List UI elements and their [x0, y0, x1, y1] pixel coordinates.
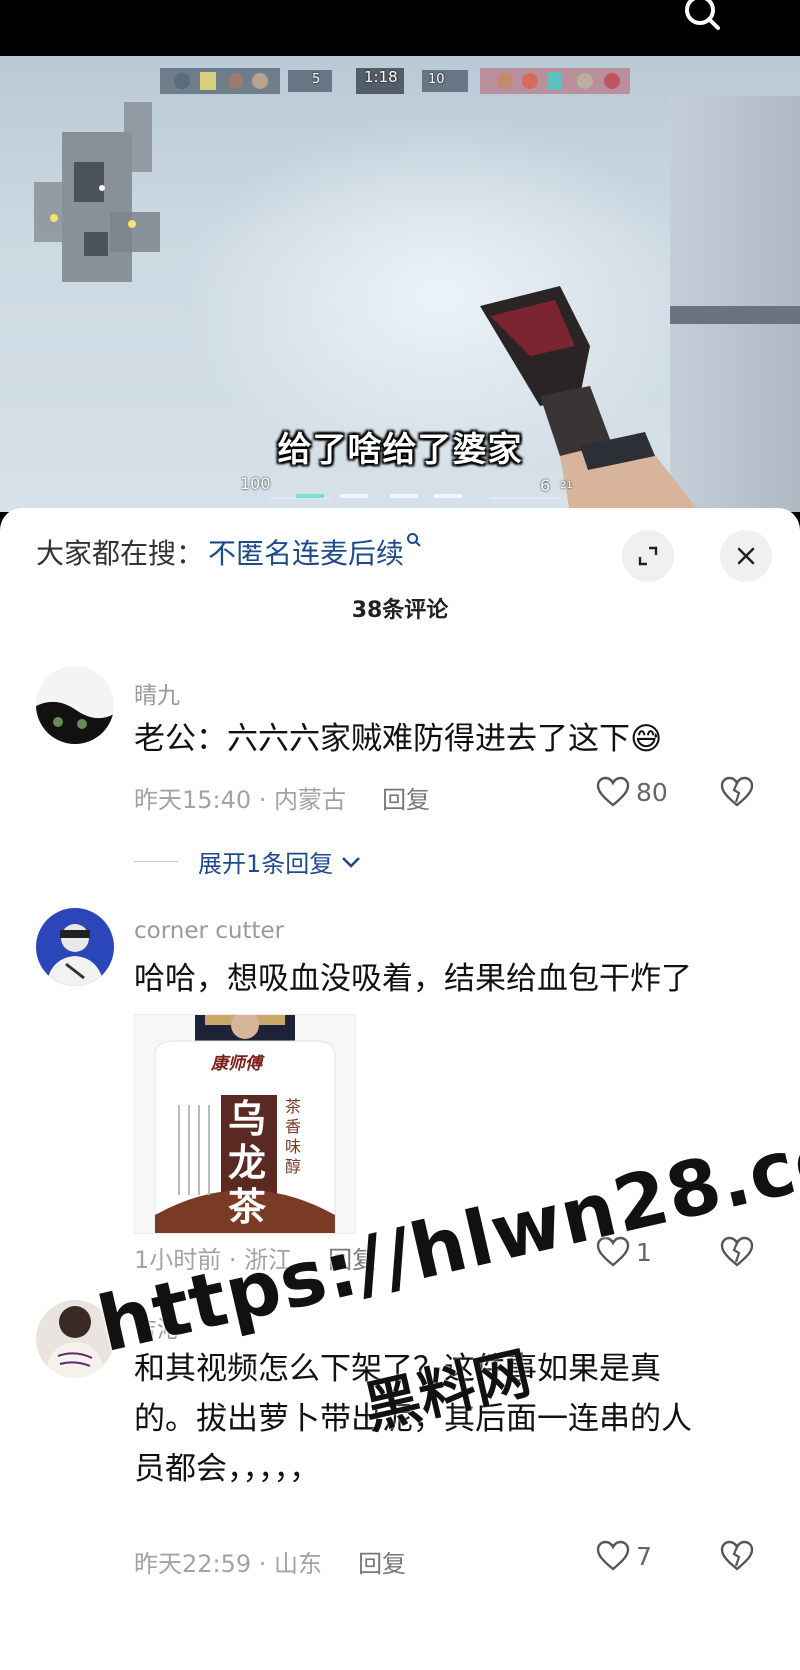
broken-heart-icon [720, 776, 754, 807]
expand-replies-label: 展开1条回复 [198, 850, 334, 878]
like-count: 7 [636, 1541, 652, 1571]
fullscreen-button[interactable] [622, 530, 674, 582]
avatar[interactable] [36, 666, 114, 744]
comment-count-title: 38条评论 [351, 598, 449, 623]
video-subtitle: 给了啥给了婆家 [277, 430, 523, 470]
comment-username[interactable]: 吉沁 [134, 1310, 180, 1344]
comment-text: 老公：六六六家贼难防得进去了这下😅 [134, 721, 663, 757]
heart-icon [596, 1540, 630, 1571]
like-button[interactable]: 1 [596, 1236, 652, 1268]
reply-button[interactable]: 回复 [358, 1544, 406, 1579]
game-top-hud [160, 68, 630, 94]
comment-username[interactable]: 晴九 [134, 676, 180, 710]
reply-button[interactable]: 回复 [328, 1240, 376, 1275]
comment-text: 和其视频怎么下架了？这件事如果是真的。拔出萝卜带出泥，其后面一连串的人员都会，，… [134, 1351, 692, 1487]
hud-left-score: 5 [312, 72, 321, 87]
like-button[interactable]: 7 [596, 1540, 652, 1572]
dislike-button[interactable] [720, 1236, 754, 1272]
product-brand: 康师傅 [211, 1054, 262, 1074]
product-flavor: 茶香味醇 [285, 1097, 302, 1176]
heart-icon [596, 1236, 630, 1267]
heart-icon [596, 776, 630, 807]
magnifier-icon [406, 532, 422, 552]
comment-time-location: 1小时前 · 浙江 [134, 1246, 293, 1274]
search-button[interactable] [676, 0, 732, 40]
comment-meta: 1小时前 · 浙江 回复 [134, 1240, 376, 1275]
close-icon [737, 547, 755, 565]
comment-image[interactable]: 康师傅 乌龙茶 茶香味醇 [134, 1014, 356, 1234]
hud-round-timer: 1:18 [364, 68, 398, 86]
like-button[interactable]: 80 [596, 776, 668, 808]
like-count: 1 [636, 1237, 652, 1267]
chevron-down-icon [342, 856, 361, 868]
avatar[interactable] [36, 1300, 114, 1378]
divider-line [134, 861, 178, 862]
close-button[interactable] [720, 530, 772, 582]
game-bottom-hud [270, 494, 560, 499]
search-icon [685, 0, 720, 30]
dislike-button[interactable] [720, 776, 754, 812]
reply-button[interactable]: 回复 [382, 780, 430, 815]
video-player[interactable]: 5 1:18 10 给了啥给了婆家 100 6 21 [0, 56, 800, 512]
game-minimap [34, 102, 160, 282]
product-name: 乌龙茶 [228, 1097, 267, 1229]
hud-ammo: 6 [540, 476, 551, 495]
broken-heart-icon [720, 1236, 754, 1267]
avatar[interactable] [36, 908, 114, 986]
top-bar [0, 0, 800, 56]
hot-search-label: 大家都在搜： [36, 537, 205, 570]
hot-search-bar[interactable]: 大家都在搜： 不匿名连麦后续 [36, 530, 422, 574]
comment-time-location: 昨天22:59 · 山东 [134, 1550, 323, 1578]
like-count: 80 [636, 777, 668, 807]
comment-username[interactable]: corner cutter [134, 918, 284, 944]
expand-replies-button[interactable]: 展开1条回复 [134, 844, 363, 879]
broken-heart-icon [720, 1540, 754, 1571]
hud-right-score: 10 [428, 72, 445, 87]
dislike-button[interactable] [720, 1540, 754, 1576]
hud-health: 100 [240, 474, 271, 493]
comment-meta: 昨天22:59 · 山东 回复 [134, 1544, 406, 1579]
comment-time-location: 昨天15:40 · 内蒙古 [134, 786, 347, 814]
comment-text: 哈哈，想吸血没吸着，结果给血包干炸了 [134, 961, 692, 997]
hot-search-term[interactable]: 不匿名连麦后续 [208, 532, 404, 572]
comment-meta: 昨天15:40 · 内蒙古 回复 [134, 780, 430, 815]
comment-sheet: 大家都在搜： 不匿名连麦后续 38条评论 晴九 老公：六六六家贼难防得进去了这下… [0, 508, 800, 1670]
expand-icon [638, 546, 658, 566]
hud-ammo-reserve: 21 [560, 480, 573, 491]
